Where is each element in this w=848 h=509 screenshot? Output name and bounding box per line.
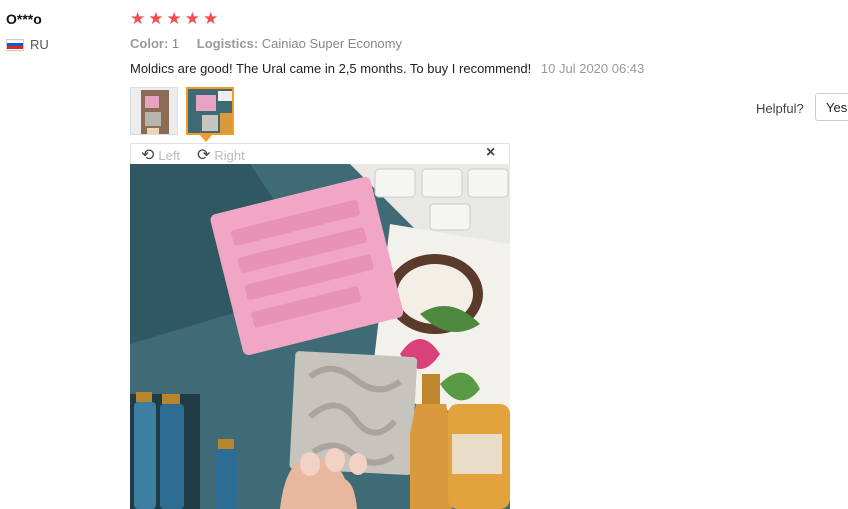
helpful-yes-button[interactable]: Yes — [815, 93, 848, 121]
thumbnail-image — [188, 89, 232, 133]
color-label: Color: — [130, 36, 169, 51]
reviewer-name: O***o — [6, 11, 42, 27]
helpful-label: Helpful? — [756, 101, 804, 116]
star-icon: ★ — [166, 9, 182, 28]
review-body: Moldics are good! The Ural came in 2,5 m… — [130, 61, 644, 76]
flag-ru-icon — [6, 38, 24, 51]
rotate-right-icon: ⟳ — [197, 147, 211, 164]
color-value: 1 — [171, 36, 180, 51]
country-code: RU — [30, 37, 49, 52]
review-text: Moldics are good! The Ural came in 2,5 m… — [130, 61, 532, 76]
review-date: 10 Jul 2020 06:43 — [540, 61, 645, 76]
star-rating: ★ ★ ★ ★ ★ — [130, 10, 218, 28]
rotate-right-button[interactable]: ⟳ Right — [197, 145, 245, 165]
active-thumbnail-pointer — [200, 135, 212, 142]
rotate-left-label: Left — [158, 147, 181, 163]
image-viewer-toolbar: ⟲ Left ⟳ Right × — [130, 143, 510, 164]
reviewer-country: RU — [6, 37, 49, 52]
rotate-right-label: Right — [214, 147, 245, 163]
review-photo-thumbnail-2[interactable] — [186, 87, 234, 135]
logistics-label: Logistics: — [196, 36, 259, 51]
star-icon: ★ — [184, 9, 200, 28]
review-photo-large — [130, 164, 510, 509]
star-icon: ★ — [130, 9, 146, 28]
star-icon: ★ — [148, 9, 164, 28]
order-details: Color: 1 Logistics: Cainiao Super Econom… — [130, 36, 402, 51]
rotate-left-button[interactable]: ⟲ Left — [141, 145, 180, 165]
review-photo-image — [130, 164, 510, 509]
rotate-left-icon: ⟲ — [141, 147, 155, 164]
close-icon[interactable]: × — [486, 144, 495, 162]
thumbnail-image — [131, 88, 177, 134]
logistics-value: Cainiao Super Economy — [261, 36, 402, 51]
star-icon: ★ — [203, 9, 219, 28]
review-photo-thumbnail-1[interactable] — [130, 87, 178, 135]
